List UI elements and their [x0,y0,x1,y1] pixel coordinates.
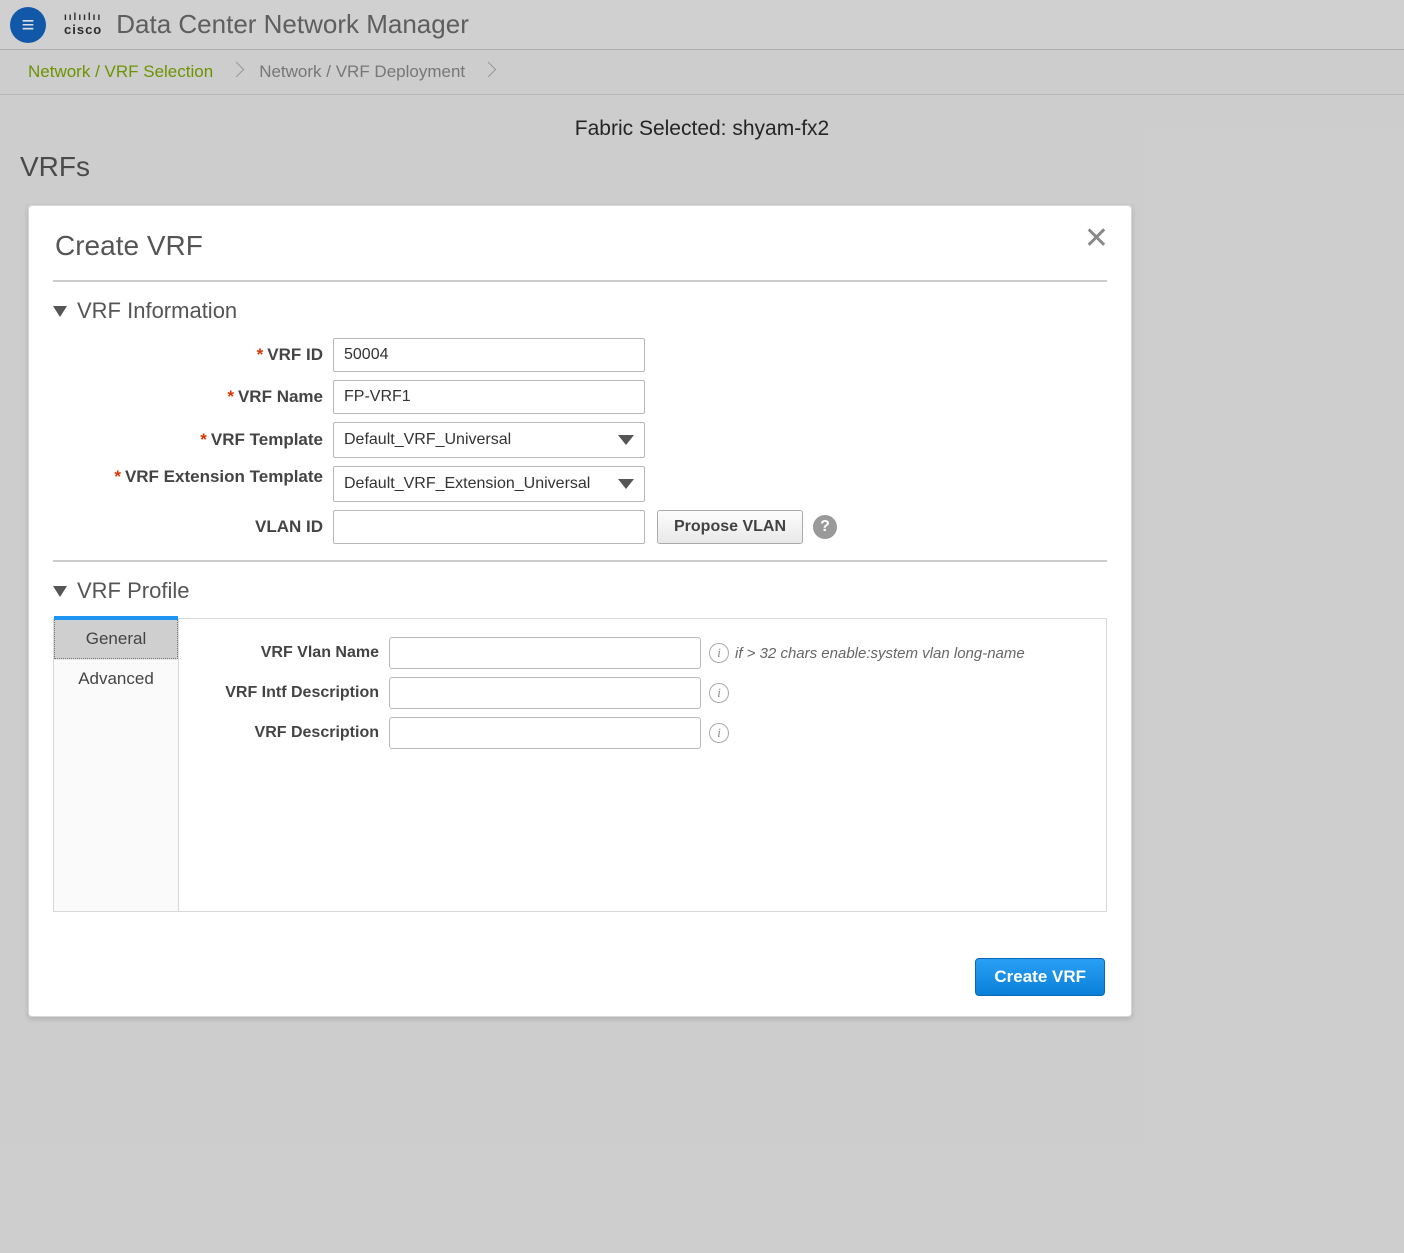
vrf-intf-desc-label: VRF Intf Description [199,684,389,702]
dialog-title: Create VRF [55,230,1107,262]
create-vrf-dialog: Create VRF ✕ VRF Information *VRF ID *VR… [28,205,1132,1017]
vrf-ext-template-select[interactable]: Default_VRF_Extension_Universal [333,466,645,502]
info-icon[interactable]: i [709,723,729,743]
vrf-template-select[interactable]: Default_VRF_Universal [333,422,645,458]
vrf-intf-desc-input[interactable] [389,677,701,709]
vrf-ext-template-label: VRF Extension Template [125,467,323,486]
vrf-id-label: VRF ID [267,345,323,364]
info-icon[interactable]: i [709,643,729,663]
vlan-name-hint: if > 32 chars enable:system vlan long-na… [735,645,1025,662]
profile-tabs: General Advanced [53,618,179,912]
divider [53,280,1107,282]
section-vrf-profile[interactable]: VRF Profile [53,578,1107,604]
tab-advanced[interactable]: Advanced [54,659,178,699]
vrf-id-input[interactable] [333,338,645,372]
create-vrf-button[interactable]: Create VRF [975,958,1105,996]
vrf-ext-template-value: Default_VRF_Extension_Universal [344,475,590,493]
vrf-desc-input[interactable] [389,717,701,749]
vrf-vlan-name-input[interactable] [389,637,701,669]
chevron-down-icon [618,435,634,445]
vrf-vlan-name-label: VRF Vlan Name [199,644,389,662]
chevron-down-icon [618,479,634,489]
vlan-id-input[interactable] [333,510,645,544]
info-icon[interactable]: i [709,683,729,703]
help-icon[interactable]: ? [813,515,837,539]
vrf-template-label: VRF Template [211,430,323,449]
divider [53,560,1107,562]
vlan-id-label: VLAN ID [255,517,323,536]
vrf-name-label: VRF Name [238,387,323,406]
close-icon[interactable]: ✕ [1084,224,1109,254]
section-label: VRF Information [77,298,237,324]
caret-down-icon [53,586,67,597]
vrf-desc-label: VRF Description [199,724,389,742]
section-label: VRF Profile [77,578,189,604]
vrf-template-value: Default_VRF_Universal [344,431,511,449]
vrf-name-input[interactable] [333,380,645,414]
profile-panel: VRF Vlan Name i if > 32 chars enable:sys… [179,618,1107,912]
propose-vlan-button[interactable]: Propose VLAN [657,510,803,544]
caret-down-icon [53,306,67,317]
section-vrf-information[interactable]: VRF Information [53,298,1107,324]
tab-general[interactable]: General [54,619,178,659]
